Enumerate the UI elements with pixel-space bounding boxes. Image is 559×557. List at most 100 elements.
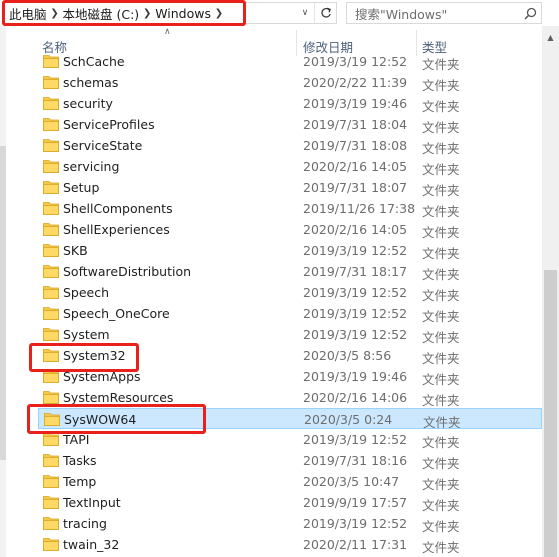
modified-date: 2019/7/31 18:08 [303, 138, 408, 153]
table-row[interactable]: Temp 2020/3/5 10:47 文件夹 [38, 471, 542, 492]
table-row[interactable]: servicing 2020/2/16 14:05 文件夹 [38, 156, 542, 177]
address-bar[interactable]: 此电脑 ❯ 本地磁盘 (C:) ❯ Windows ❯ ∨ [3, 2, 337, 24]
table-row[interactable]: Speech_OneCore 2019/3/19 12:52 文件夹 [38, 303, 542, 324]
file-type: 文件夹 [422, 183, 460, 198]
search-box[interactable]: 搜索"Windows" [346, 2, 542, 24]
file-type: 文件夹 [422, 267, 460, 282]
file-type: 文件夹 [422, 477, 460, 492]
table-row[interactable]: ServiceProfiles 2019/7/31 18:04 文件夹 [38, 114, 542, 135]
vertical-scrollbar[interactable]: ▲ [542, 26, 559, 557]
file-type: 文件夹 [422, 330, 460, 345]
table-row[interactable]: SKB 2019/3/19 12:52 文件夹 [38, 240, 542, 261]
table-row[interactable]: SystemResources 2020/2/16 14:06 文件夹 [38, 387, 542, 408]
modified-date: 2019/3/19 12:52 [303, 306, 408, 321]
file-name: Tasks [63, 453, 97, 468]
table-row[interactable]: SysWOW64 2020/3/5 0:24 文件夹 [38, 408, 542, 430]
file-name: Speech [63, 285, 110, 300]
file-name: ShellExperiences [63, 222, 170, 237]
column-header: ∧ 名称 修改日期 类型 [6, 26, 542, 56]
table-row[interactable]: ServiceState 2019/7/31 18:08 文件夹 [38, 135, 542, 156]
file-name: Setup [63, 180, 100, 195]
table-row[interactable]: System 2019/3/19 12:52 文件夹 [38, 324, 542, 345]
refresh-button[interactable] [314, 3, 336, 23]
table-row[interactable]: ShellExperiences 2020/2/16 14:05 文件夹 [38, 219, 542, 240]
file-name: SKB [63, 243, 88, 258]
file-name: tracing [63, 516, 107, 531]
folder-icon [43, 370, 59, 383]
table-row[interactable]: security 2019/3/19 19:46 文件夹 [38, 93, 542, 114]
file-name: servicing [63, 159, 120, 174]
folder-icon [43, 391, 59, 404]
modified-date: 2020/2/22 11:39 [303, 75, 408, 90]
folder-icon [43, 118, 59, 131]
file-type: 文件夹 [422, 120, 460, 135]
folder-icon [43, 202, 59, 215]
file-type: 文件夹 [422, 393, 460, 408]
table-row[interactable]: Speech 2019/3/19 12:52 文件夹 [38, 282, 542, 303]
file-type: 文件夹 [422, 225, 460, 240]
sort-ascending-icon: ∧ [164, 27, 171, 37]
chevron-right-icon[interactable]: ❯ [211, 3, 227, 23]
folder-icon [43, 76, 59, 89]
file-type: 文件夹 [422, 141, 460, 156]
table-row[interactable]: SystemApps 2019/3/19 19:46 文件夹 [38, 366, 542, 387]
folder-icon [43, 496, 59, 509]
folder-icon [43, 538, 59, 551]
breadcrumb-local-disk[interactable]: 本地磁盘 (C:) [63, 3, 140, 23]
file-list[interactable]: SchCache 2019/3/19 12:52 文件夹 schemas 2020/2/… [6, 53, 542, 557]
file-type: 文件夹 [422, 204, 460, 219]
folder-icon [43, 97, 59, 110]
file-name: SoftwareDistribution [63, 264, 192, 279]
file-name: twain_32 [63, 537, 120, 552]
file-name: schemas [63, 75, 119, 90]
modified-date: 2019/3/19 12:52 [303, 54, 408, 69]
table-row[interactable]: twain_32 2020/2/11 17:31 文件夹 [38, 534, 542, 555]
modified-date: 2019/7/31 18:04 [303, 117, 408, 132]
folder-icon [43, 160, 59, 173]
breadcrumb-this-pc[interactable]: 此电脑 [4, 3, 47, 23]
folder-icon [43, 181, 59, 194]
file-type: 文件夹 [422, 519, 460, 534]
folder-icon [43, 139, 59, 152]
folder-icon [43, 475, 59, 488]
table-row[interactable]: schemas 2020/2/22 11:39 文件夹 [38, 72, 542, 93]
file-type: 文件夹 [422, 99, 460, 114]
table-row[interactable]: TAPI 2019/3/19 12:52 文件夹 [38, 429, 542, 450]
search-icon[interactable] [519, 3, 541, 23]
modified-date: 2019/3/19 12:52 [303, 285, 408, 300]
table-row[interactable]: Tasks 2019/7/31 18:16 文件夹 [38, 450, 542, 471]
file-name: SysWOW64 [64, 412, 137, 427]
chevron-down-icon[interactable]: ∨ [298, 3, 312, 23]
file-name: SchCache [63, 54, 125, 69]
table-row[interactable]: ShellComponents 2019/11/26 17:38 文件夹 [38, 198, 542, 219]
file-type: 文件夹 [422, 162, 460, 177]
table-row[interactable]: Setup 2019/7/31 18:07 文件夹 [38, 177, 542, 198]
folder-icon [43, 286, 59, 299]
table-row[interactable]: SoftwareDistribution 2019/7/31 18:17 文件夹 [38, 261, 542, 282]
file-type: 文件夹 [422, 246, 460, 261]
scroll-up-arrow-icon[interactable]: ▲ [542, 30, 559, 44]
file-type: 文件夹 [422, 57, 460, 72]
modified-date: 2020/3/5 10:47 [303, 474, 400, 489]
modified-date: 2020/2/16 14:06 [303, 390, 408, 405]
file-type: 文件夹 [422, 498, 460, 513]
modified-date: 2020/2/11 17:31 [303, 537, 408, 552]
chevron-right-icon[interactable]: ❯ [47, 3, 63, 23]
file-type: 文件夹 [422, 309, 460, 324]
chevron-right-icon[interactable]: ❯ [139, 3, 155, 23]
search-input[interactable]: 搜索"Windows" [347, 4, 519, 23]
file-name: security [63, 96, 113, 111]
folder-icon [43, 433, 59, 446]
file-name: TextInput [63, 495, 121, 510]
scrollbar-thumb[interactable] [544, 270, 557, 557]
table-row[interactable]: tracing 2019/3/19 12:52 文件夹 [38, 513, 542, 534]
folder-icon [43, 244, 59, 257]
breadcrumb-windows[interactable]: Windows [155, 3, 211, 23]
modified-date: 2019/7/31 18:17 [303, 264, 408, 279]
toolbar: 此电脑 ❯ 本地磁盘 (C:) ❯ Windows ❯ ∨ 搜索"Windows… [0, 0, 559, 26]
table-row[interactable]: System32 2020/3/5 8:56 文件夹 [38, 345, 542, 366]
file-name: System [63, 327, 110, 342]
table-row[interactable]: SchCache 2019/3/19 12:52 文件夹 [38, 53, 542, 72]
modified-date: 2019/3/19 12:52 [303, 432, 408, 447]
table-row[interactable]: TextInput 2019/9/19 17:57 文件夹 [38, 492, 542, 513]
